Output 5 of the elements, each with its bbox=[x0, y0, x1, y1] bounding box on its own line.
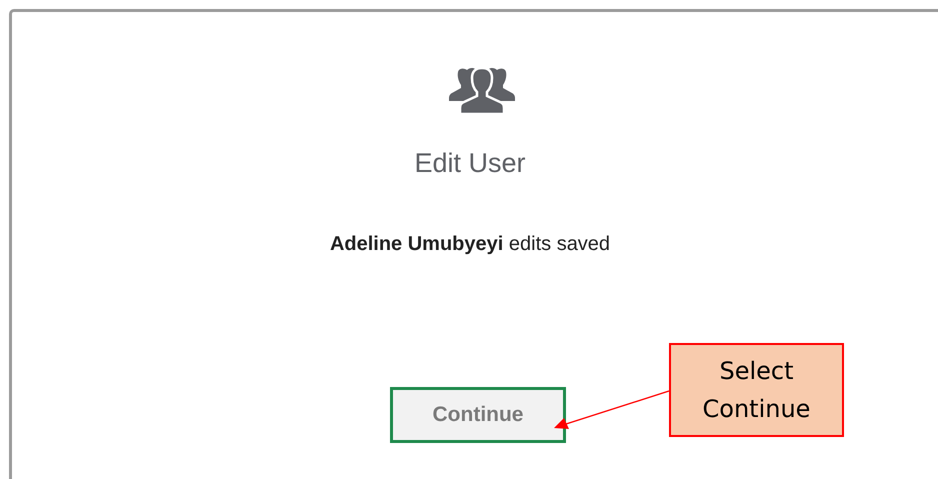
users-icon bbox=[449, 66, 515, 114]
status-message: Adeline Umubyeyi edits saved bbox=[328, 233, 612, 256]
continue-button[interactable]: Continue bbox=[390, 387, 566, 443]
annotation-callout: Select Continue bbox=[669, 343, 844, 437]
dialog-title: Edit User bbox=[413, 148, 527, 179]
